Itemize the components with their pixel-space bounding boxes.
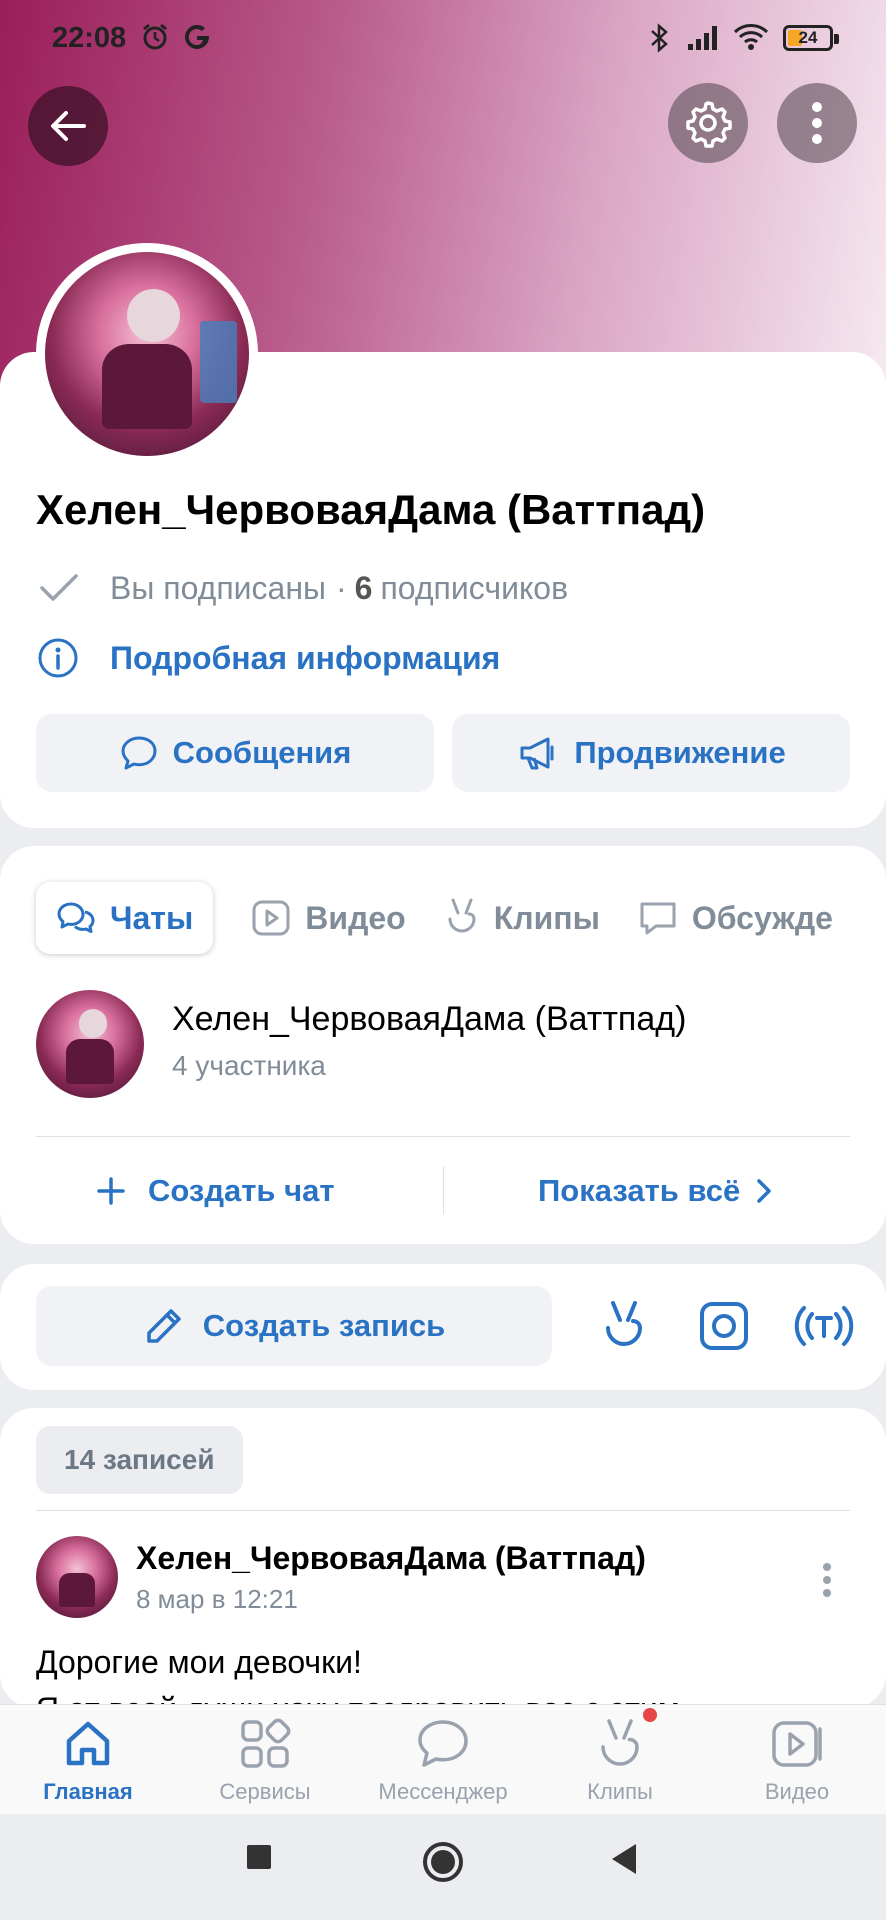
nav-video[interactable]: Видео xyxy=(712,1717,882,1805)
square-icon xyxy=(247,1845,271,1869)
tab-discussions-label: Обсужде xyxy=(691,899,833,936)
nav-video-label: Видео xyxy=(764,1779,830,1804)
chats-icon xyxy=(57,902,95,933)
subscribed-label: Вы подписаны xyxy=(110,569,326,606)
messenger-icon xyxy=(418,1720,468,1767)
promotion-button[interactable]: Продвижение xyxy=(452,714,850,792)
messages-button-label: Сообщения xyxy=(172,735,352,770)
clips-notification-badge xyxy=(643,1708,657,1722)
clips-icon xyxy=(601,1719,639,1766)
tab-clips-label: Клипы xyxy=(493,899,600,936)
home-system-button[interactable] xyxy=(421,1840,465,1889)
subscriber-count: 6 xyxy=(354,569,373,606)
show-all-label: Показать всё xyxy=(538,1173,741,1208)
nav-services-label: Сервисы xyxy=(219,1779,311,1804)
discussion-icon xyxy=(640,902,676,935)
pencil-icon xyxy=(147,1309,181,1343)
tab-clips[interactable]: Клипы xyxy=(444,882,600,954)
promotion-button-label: Продвижение xyxy=(574,735,786,770)
settings-button[interactable] xyxy=(668,83,748,163)
message-bubble-icon xyxy=(121,736,157,770)
divider xyxy=(36,1510,850,1511)
nav-home[interactable]: Главная xyxy=(3,1717,173,1805)
nav-clips-label: Клипы xyxy=(587,1779,653,1804)
alarm-icon xyxy=(140,22,170,57)
back-system-button[interactable] xyxy=(610,1842,638,1881)
google-icon xyxy=(182,22,212,57)
nav-clips[interactable]: Клипы xyxy=(535,1717,705,1805)
arrow-left-icon xyxy=(51,111,86,141)
create-post-label: Создать запись xyxy=(202,1308,446,1343)
nav-services[interactable]: Сервисы xyxy=(180,1717,350,1805)
more-vertical-icon xyxy=(812,102,822,144)
tab-chats[interactable]: Чаты xyxy=(36,882,214,954)
gear-icon xyxy=(686,101,732,148)
nav-home-label: Главная xyxy=(43,1779,133,1804)
clips-icon xyxy=(448,898,476,933)
tab-discussions[interactable]: Обсужде xyxy=(638,882,833,954)
tab-video-label: Видео xyxy=(305,899,406,936)
info-icon xyxy=(38,638,78,678)
megaphone-icon xyxy=(520,737,554,770)
video-icon xyxy=(252,900,290,936)
create-story-button[interactable] xyxy=(696,1298,752,1354)
create-post-button[interactable]: Создать запись xyxy=(36,1286,552,1366)
tab-video[interactable]: Видео xyxy=(251,882,406,954)
tab-chats-label: Чаты xyxy=(110,899,194,936)
vertical-divider xyxy=(443,1166,444,1214)
live-stream-button[interactable] xyxy=(792,1298,856,1354)
messages-button[interactable]: Сообщения xyxy=(36,714,434,792)
create-chat-label: Создать чат xyxy=(148,1173,335,1208)
recent-apps-button[interactable] xyxy=(246,1844,272,1875)
back-button[interactable] xyxy=(28,86,108,166)
signal-icon xyxy=(686,22,722,57)
post-author[interactable]: Хелен_ЧервоваяДама (Ваттпад) xyxy=(136,1540,646,1577)
post-date: 8 мар в 12:21 xyxy=(136,1584,298,1614)
chat-members: 4 участника xyxy=(172,1050,326,1081)
circle-icon xyxy=(423,1842,463,1882)
check-icon xyxy=(40,574,78,601)
wifi-icon xyxy=(732,22,770,57)
separator-dot: · xyxy=(336,569,347,606)
post-text-line-1: Дорогие мои девочки! xyxy=(36,1644,362,1680)
triangle-back-icon xyxy=(612,1844,636,1874)
create-clip-button[interactable] xyxy=(596,1298,652,1354)
show-all-button[interactable]: Показать всё xyxy=(538,1166,772,1216)
subscription-status[interactable]: Вы подписаны · 6 подписчиков xyxy=(36,566,568,610)
more-vertical-icon xyxy=(823,1563,831,1597)
system-navigation-bar xyxy=(0,1814,886,1920)
status-time: 22:08 xyxy=(52,22,127,54)
services-grid-icon xyxy=(241,1718,291,1768)
live-stream-icon xyxy=(794,1306,854,1346)
bottom-tab-bar: Главная Сервисы Мессенджер Клипы Видео xyxy=(0,1704,886,1814)
subscribers-label: подписчиков xyxy=(380,569,569,606)
instagram-style-camera-icon xyxy=(700,1302,748,1350)
post-more-button[interactable] xyxy=(812,1558,842,1602)
create-chat-button[interactable]: Создать чат xyxy=(96,1166,335,1216)
battery-icon: 24 xyxy=(783,25,839,51)
nav-messenger[interactable]: Мессенджер xyxy=(358,1717,528,1805)
bluetooth-icon xyxy=(648,22,672,59)
posts-count-chip[interactable]: 14 записей xyxy=(36,1426,243,1494)
nav-messenger-label: Мессенджер xyxy=(378,1779,508,1804)
chevron-right-icon xyxy=(757,1179,771,1203)
plus-icon xyxy=(97,1177,125,1205)
section-tabs: Чаты Видео Клипы Обсужде xyxy=(36,882,871,954)
chat-title: Хелен_ЧервоваяДама (Ваттпад) xyxy=(172,1000,687,1038)
battery-level: 24 xyxy=(798,28,818,47)
video-icon xyxy=(772,1721,822,1767)
divider xyxy=(36,1136,850,1137)
status-bar: 22:08 24 xyxy=(0,0,886,78)
profile-name: Хелен_ЧервоваяДама (Ваттпад) xyxy=(36,486,706,533)
more-options-button[interactable] xyxy=(777,83,857,163)
chat-avatar xyxy=(36,990,144,1098)
details-link-label: Подробная информация xyxy=(110,639,501,676)
chat-list-item[interactable]: Хелен_ЧервоваяДама (Ваттпад) 4 участника xyxy=(36,990,850,1102)
clips-icon xyxy=(606,1301,643,1346)
post-author-avatar[interactable] xyxy=(36,1536,118,1618)
home-icon xyxy=(66,1721,110,1766)
details-link[interactable]: Подробная информация xyxy=(36,636,500,680)
profile-avatar[interactable] xyxy=(36,243,258,465)
